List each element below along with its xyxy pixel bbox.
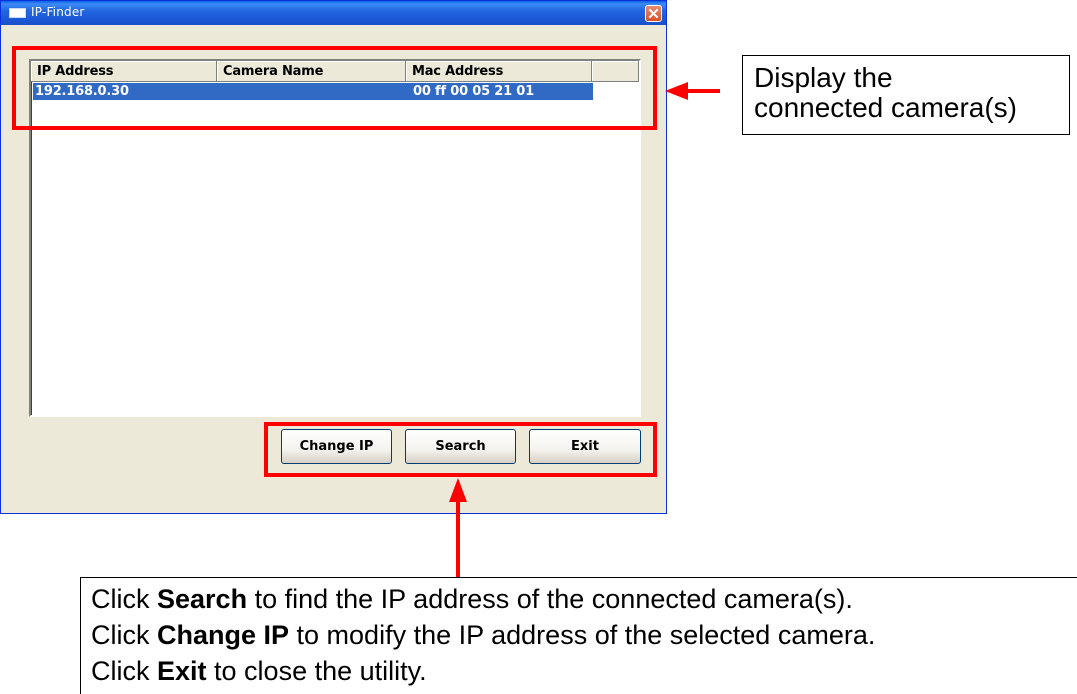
callout-text: to find the IP address of the connected … bbox=[247, 584, 853, 614]
callout-bold-search: Search bbox=[157, 584, 248, 614]
list-callout-line1: Display the bbox=[754, 62, 893, 93]
callout-line-search: Click Search to find the IP address of t… bbox=[91, 581, 1077, 617]
callout-bold-change-ip: Change IP bbox=[157, 620, 290, 650]
up-arrow-icon bbox=[449, 478, 467, 577]
callout-text: to modify the IP address of the selected… bbox=[289, 620, 876, 650]
callout-text: Click bbox=[91, 620, 157, 650]
list-callout: Display the connected camera(s) bbox=[742, 55, 1070, 135]
buttons-callout: Click Search to find the IP address of t… bbox=[80, 577, 1077, 694]
callout-text: Click bbox=[91, 656, 157, 686]
left-arrow-icon bbox=[665, 82, 720, 100]
callout-line-change-ip: Click Change IP to modify the IP address… bbox=[91, 617, 1077, 653]
callout-bold-exit: Exit bbox=[157, 656, 207, 686]
callout-text: to close the utility. bbox=[206, 656, 427, 686]
list-callout-line2: connected camera(s) bbox=[754, 92, 1018, 123]
callout-line-exit: Click Exit to close the utility. bbox=[91, 653, 1077, 689]
callout-text: Click bbox=[91, 584, 157, 614]
